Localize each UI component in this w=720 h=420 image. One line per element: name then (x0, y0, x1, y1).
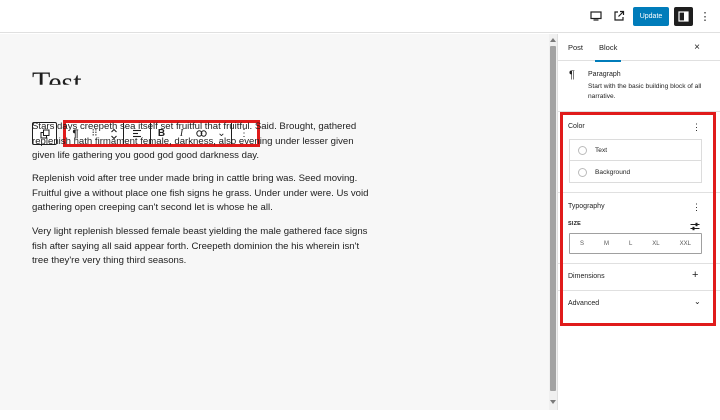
scroll-thumb[interactable] (550, 46, 556, 391)
scroll-up-arrow-icon[interactable] (550, 38, 556, 42)
settings-sidebar-toggle[interactable] (674, 7, 693, 26)
paragraph-block[interactable]: Stars days creepeth sea itself set fruit… (32, 120, 377, 164)
desktop-preview-icon[interactable] (588, 8, 604, 24)
tab-post[interactable]: Post (568, 34, 583, 61)
settings-sidebar: Post Block × ¶ Paragraph Start with the … (557, 34, 720, 410)
options-menu-icon[interactable]: ⋮ (699, 8, 711, 24)
editor-top-bar: Update ⋮ (0, 0, 720, 33)
annotation-highlight (560, 112, 716, 326)
update-button[interactable]: Update (633, 7, 669, 26)
block-card: ¶ Paragraph Start with the basic buildin… (558, 62, 720, 110)
scroll-down-arrow-icon[interactable] (550, 400, 556, 404)
sidebar-tabs: Post Block × (558, 34, 720, 62)
canvas-scrollbar[interactable] (549, 34, 557, 410)
paragraph-block[interactable]: Replenish void after tree under made bri… (32, 172, 377, 216)
tab-block[interactable]: Block (594, 34, 622, 62)
view-post-external-icon[interactable] (611, 8, 627, 24)
sidebar-toggle-icon (678, 11, 689, 22)
block-card-title: Paragraph (588, 71, 621, 78)
paragraph-block[interactable]: Very light replenish blessed female beas… (32, 225, 377, 269)
block-card-description: Start with the basic building block of a… (588, 83, 702, 100)
close-sidebar-icon[interactable]: × (691, 41, 703, 53)
paragraph-icon: ¶ (569, 69, 575, 81)
post-title[interactable]: Test (32, 66, 82, 85)
editor-canvas[interactable]: Test ¶ ⠿ B I ⌄ ⋮ Stars days creepeth sea… (0, 34, 549, 410)
